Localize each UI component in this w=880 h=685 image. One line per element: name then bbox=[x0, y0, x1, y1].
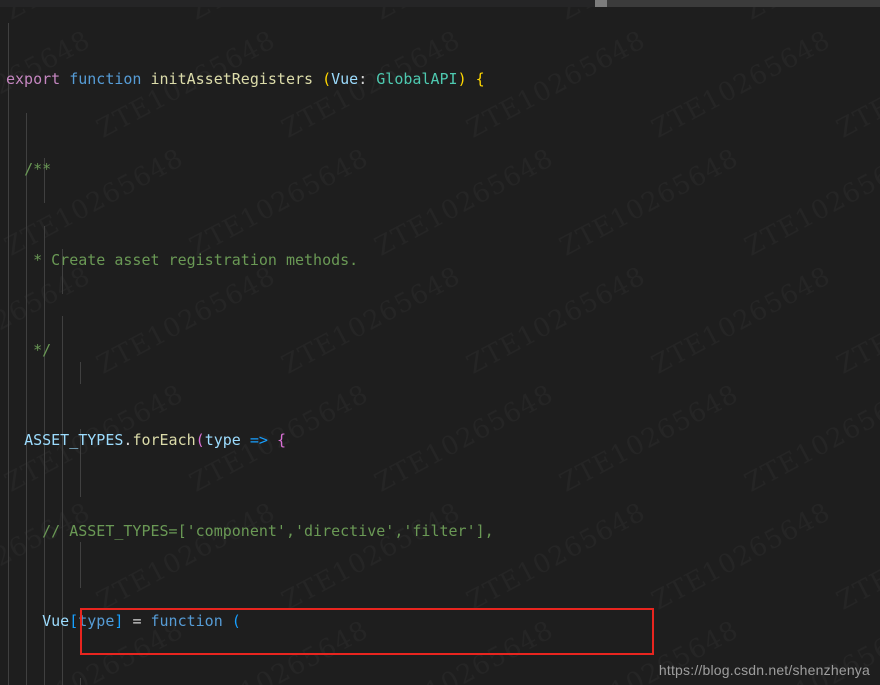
watermark-tile: ZTE10265648 bbox=[832, 497, 880, 616]
code-content[interactable]: export function initAssetRegisters (Vue:… bbox=[0, 0, 830, 685]
code-line[interactable]: Vue[type] = function ( bbox=[0, 610, 830, 633]
scrollbar-rail[interactable] bbox=[607, 0, 880, 7]
code-line[interactable]: export function initAssetRegisters (Vue:… bbox=[0, 68, 830, 91]
code-line[interactable]: ASSET_TYPES.forEach(type => { bbox=[0, 429, 830, 452]
watermark-tile: ZTE10265648 bbox=[832, 261, 880, 380]
code-line[interactable]: */ bbox=[0, 339, 830, 362]
code-line[interactable]: * Create asset registration methods. bbox=[0, 249, 830, 272]
csdn-url-watermark: https://blog.csdn.net/shenzhenya bbox=[658, 662, 870, 678]
scrollbar-thumb[interactable] bbox=[595, 0, 607, 7]
code-editor-surface[interactable]: ZTE10265648ZTE10265648ZTE10265648ZTE1026… bbox=[0, 0, 880, 685]
watermark-tile: ZTE10265648 bbox=[832, 25, 880, 144]
code-line[interactable]: /** bbox=[0, 158, 830, 181]
horizontal-scrollbar[interactable] bbox=[0, 0, 880, 7]
code-line[interactable]: // ASSET_TYPES=['component','directive',… bbox=[0, 520, 830, 543]
